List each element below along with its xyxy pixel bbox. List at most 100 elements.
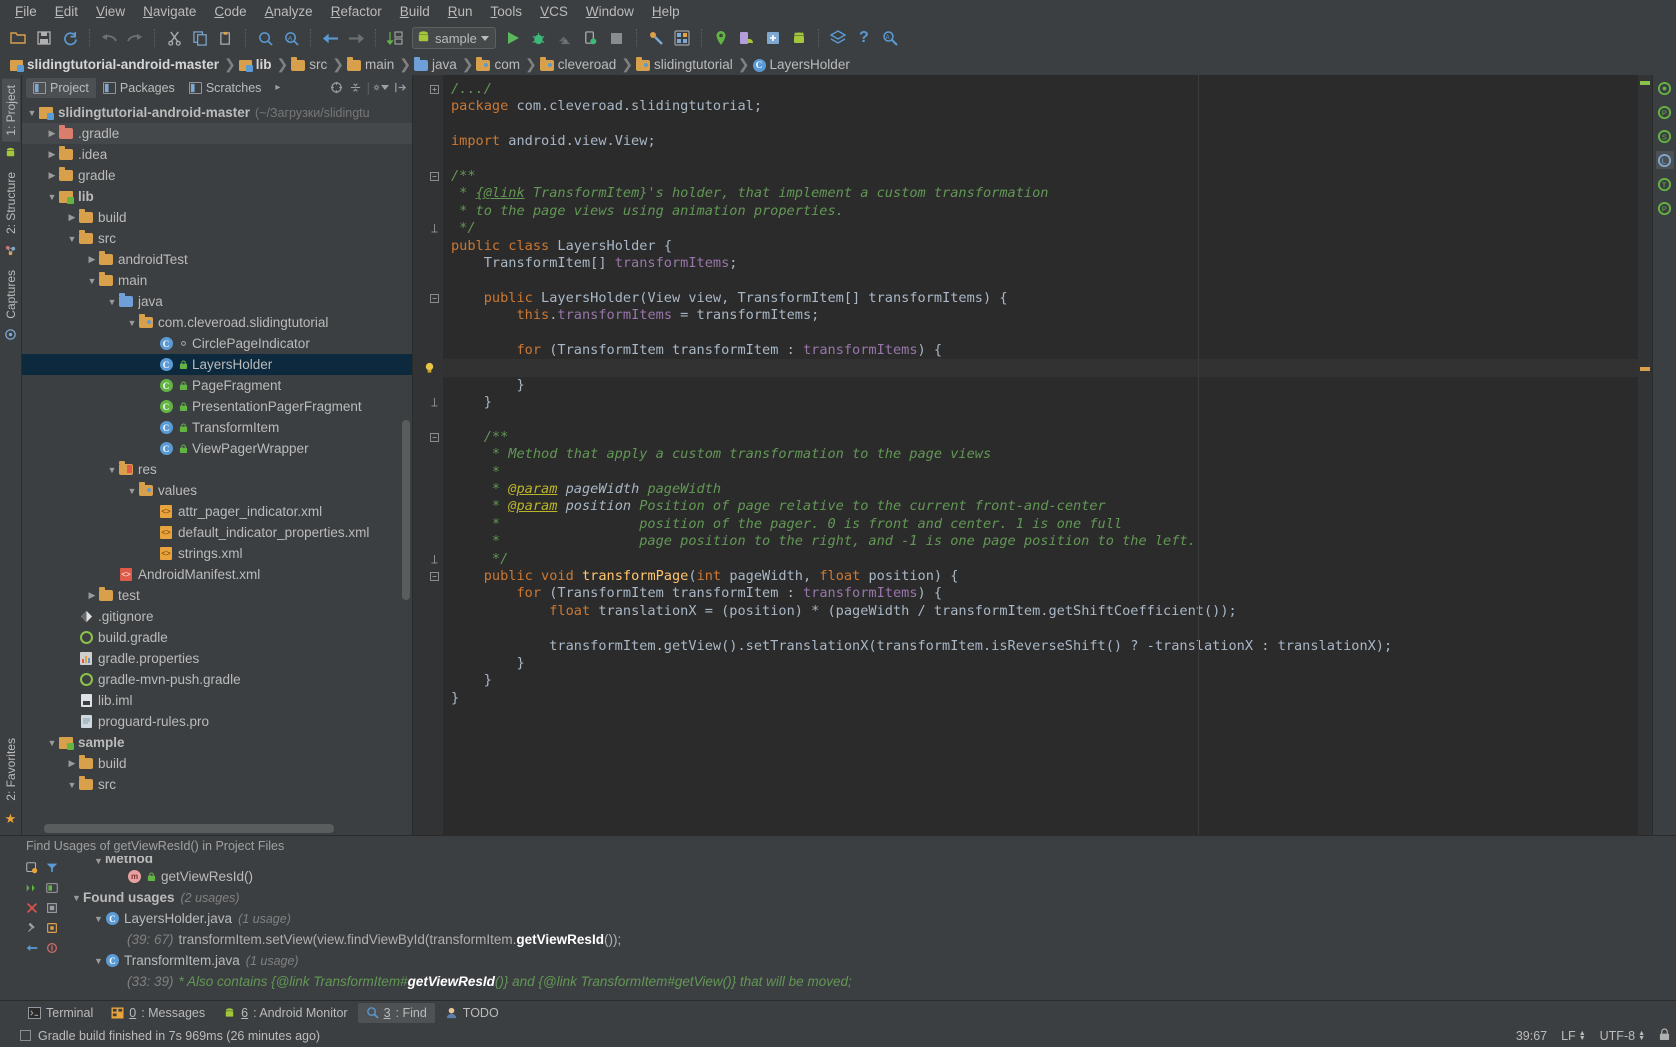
close-icon[interactable] bbox=[22, 898, 41, 917]
menu-item-window[interactable]: Window bbox=[577, 2, 643, 21]
tree-twisty[interactable]: ▼ bbox=[46, 738, 58, 748]
open-folder-icon[interactable] bbox=[6, 26, 30, 50]
android-sdk-icon[interactable] bbox=[761, 26, 785, 50]
fold-open-icon[interactable] bbox=[430, 293, 439, 303]
scroll-to-source-icon[interactable] bbox=[329, 80, 345, 96]
tree-twisty[interactable]: ▼ bbox=[86, 276, 98, 286]
tree-node-gradle-mvn-push-gradle[interactable]: gradle-mvn-push.gradle bbox=[22, 669, 412, 690]
tree-twisty[interactable]: ▼ bbox=[92, 914, 105, 924]
find-result-method[interactable]: ▼ Method bbox=[62, 856, 1676, 866]
settings-icon[interactable] bbox=[43, 918, 62, 937]
fold-open-icon[interactable] bbox=[430, 172, 439, 181]
save-all-icon[interactable] bbox=[32, 26, 56, 50]
project-tree[interactable]: ▼ slidingtutorial-android-master (~/Загруз… bbox=[22, 100, 412, 835]
menu-item-help[interactable]: Help bbox=[643, 2, 689, 21]
tree-node-lib[interactable]: ▼ lib bbox=[22, 186, 412, 207]
tree-twisty[interactable]: ▼ bbox=[70, 893, 83, 903]
find-result-found-usages[interactable]: ▼ Found usages (2 usages) bbox=[62, 887, 1676, 908]
line-separator[interactable]: LF ▲ ▼ bbox=[1561, 1029, 1586, 1043]
caret-position[interactable]: 39:67 bbox=[1516, 1029, 1547, 1043]
bottom-tab-messages[interactable]: 0: Messages bbox=[103, 1003, 213, 1023]
bottom-tab-android-monitor[interactable]: 6: Android Monitor bbox=[215, 1003, 355, 1023]
hide-panel-icon[interactable] bbox=[392, 80, 408, 96]
structure-icon[interactable]: S bbox=[1656, 127, 1674, 145]
android-icon[interactable] bbox=[787, 26, 811, 50]
star-icon[interactable]: ★ bbox=[5, 811, 17, 827]
palette-icon[interactable]: P bbox=[1656, 199, 1674, 217]
find-icon[interactable] bbox=[253, 26, 277, 50]
tree-node-circlepageindicator[interactable]: C CirclePageIndicator bbox=[22, 333, 412, 354]
find-replace-icon[interactable]: A bbox=[279, 26, 303, 50]
find-results-tree[interactable]: ▼ Method m getViewResId() ▼ Found usages (2 us… bbox=[62, 856, 1676, 1000]
tree-node-com-cleveroad-slidingtutorial[interactable]: ▼ com.cleveroad.slidingtutorial bbox=[22, 312, 412, 333]
layout-captures-icon[interactable]: L bbox=[1655, 151, 1674, 169]
captures-icon[interactable] bbox=[4, 328, 17, 344]
menu-item-vcs[interactable]: VCS bbox=[531, 2, 577, 21]
run-configuration-selector[interactable]: sample bbox=[412, 27, 496, 49]
breadcrumb-item-com[interactable]: com bbox=[474, 56, 524, 73]
settings-gear-icon[interactable] bbox=[373, 80, 389, 96]
breadcrumb-item-src[interactable]: src bbox=[289, 56, 331, 73]
menu-item-refactor[interactable]: Refactor bbox=[322, 2, 391, 21]
gradle-icon[interactable] bbox=[1656, 79, 1674, 97]
menu-item-build[interactable]: Build bbox=[391, 2, 439, 21]
find-result-layersholder-java[interactable]: ▼ C LayersHolder.java (1 usage) bbox=[62, 908, 1676, 929]
rerun-icon[interactable] bbox=[22, 858, 41, 877]
menu-item-file[interactable]: File bbox=[6, 2, 46, 21]
tree-twisty[interactable]: ▼ bbox=[126, 486, 138, 496]
tree-twisty[interactable]: ▶ bbox=[46, 128, 58, 139]
tree-node-transformitem[interactable]: C TransformItem bbox=[22, 417, 412, 438]
tree-node-default-indicator-properties-xml[interactable]: <> default_indicator_properties.xml bbox=[22, 522, 412, 543]
bottom-tab-todo[interactable]: TODO bbox=[437, 1003, 507, 1023]
sidebar-item-project[interactable]: 1: Project bbox=[1, 79, 20, 142]
sdk-manager-icon[interactable] bbox=[644, 26, 668, 50]
undo-icon[interactable] bbox=[97, 26, 121, 50]
tree-node-proguard-rules-pro[interactable]: proguard-rules.pro bbox=[22, 711, 412, 732]
tab-project[interactable]: Project bbox=[26, 77, 96, 98]
menu-item-analyze[interactable]: Analyze bbox=[256, 2, 322, 21]
code-editor[interactable]: /.../package com.cleveroad.slidingtutori… bbox=[443, 75, 1638, 835]
breadcrumb-item-slidingtutorial-android-master[interactable]: slidingtutorial-android-master bbox=[8, 56, 223, 73]
menu-item-run[interactable]: Run bbox=[439, 2, 482, 21]
breadcrumb-item-java[interactable]: java bbox=[412, 56, 461, 73]
tree-node-androidmanifest-xml[interactable]: <> AndroidManifest.xml bbox=[22, 564, 412, 585]
menu-item-tools[interactable]: Tools bbox=[482, 2, 532, 21]
tree-node-sample[interactable]: ▼ sample bbox=[22, 732, 412, 753]
tree-node-slidingtutorial-android-master[interactable]: ▼ slidingtutorial-android-master (~/Загруз… bbox=[22, 102, 412, 123]
tree-node-androidtest[interactable]: ▶ androidTest bbox=[22, 249, 412, 270]
tree-node-java[interactable]: ▼ java bbox=[22, 291, 412, 312]
tree-node-src[interactable]: ▼ src bbox=[22, 774, 412, 795]
tree-twisty[interactable]: ▼ bbox=[46, 192, 58, 202]
find-result-transformitem-java[interactable]: ▼ C TransformItem.java (1 usage) bbox=[62, 950, 1676, 971]
tree-node-lib-iml[interactable]: lib.iml bbox=[22, 690, 412, 711]
menu-item-navigate[interactable]: Navigate bbox=[134, 2, 205, 21]
search-everywhere-icon[interactable]: A bbox=[878, 26, 902, 50]
menu-item-code[interactable]: Code bbox=[205, 2, 255, 21]
fold-open-icon[interactable] bbox=[430, 572, 439, 582]
tree-node-pagefragment[interactable]: C PageFragment bbox=[22, 375, 412, 396]
export-icon[interactable] bbox=[43, 938, 62, 957]
tree-node--gitignore[interactable]: .gitignore bbox=[22, 606, 412, 627]
tree-twisty[interactable]: ▶ bbox=[86, 254, 98, 265]
fold-end-icon[interactable] bbox=[430, 224, 439, 233]
tree-node-layersholder[interactable]: C LayersHolder bbox=[22, 354, 412, 375]
tree-node-main[interactable]: ▼ main bbox=[22, 270, 412, 291]
back-icon[interactable] bbox=[22, 938, 41, 957]
debug-icon[interactable] bbox=[527, 26, 551, 50]
breadcrumb-item-layersholder[interactable]: C LayersHolder bbox=[751, 56, 854, 73]
expand-all-icon[interactable] bbox=[22, 878, 41, 897]
tree-node-presentationpagerfragment[interactable]: C PresentationPagerFragment bbox=[22, 396, 412, 417]
breadcrumb-item-slidingtutorial[interactable]: slidingtutorial bbox=[634, 56, 737, 73]
fold-end-icon[interactable] bbox=[430, 554, 439, 564]
menu-item-view[interactable]: View bbox=[87, 2, 134, 21]
bottom-tab-find[interactable]: 3: Find bbox=[357, 1002, 435, 1023]
tree-node-res[interactable]: ▼ res bbox=[22, 459, 412, 480]
find-result-getviewresid[interactable]: (39: 67) transformItem.setView(view.findV… bbox=[62, 929, 1676, 950]
tree-node--idea[interactable]: ▶ .idea bbox=[22, 144, 412, 165]
sidebar-item-favorites[interactable]: 2: Favorites bbox=[2, 732, 20, 807]
tree-twisty[interactable]: ▼ bbox=[92, 856, 105, 866]
encoding[interactable]: UTF-8 ▲ ▼ bbox=[1600, 1029, 1645, 1043]
pin-icon[interactable] bbox=[22, 918, 41, 937]
tree-node-strings-xml[interactable]: <> strings.xml bbox=[22, 543, 412, 564]
fold-end-icon[interactable] bbox=[430, 398, 439, 407]
